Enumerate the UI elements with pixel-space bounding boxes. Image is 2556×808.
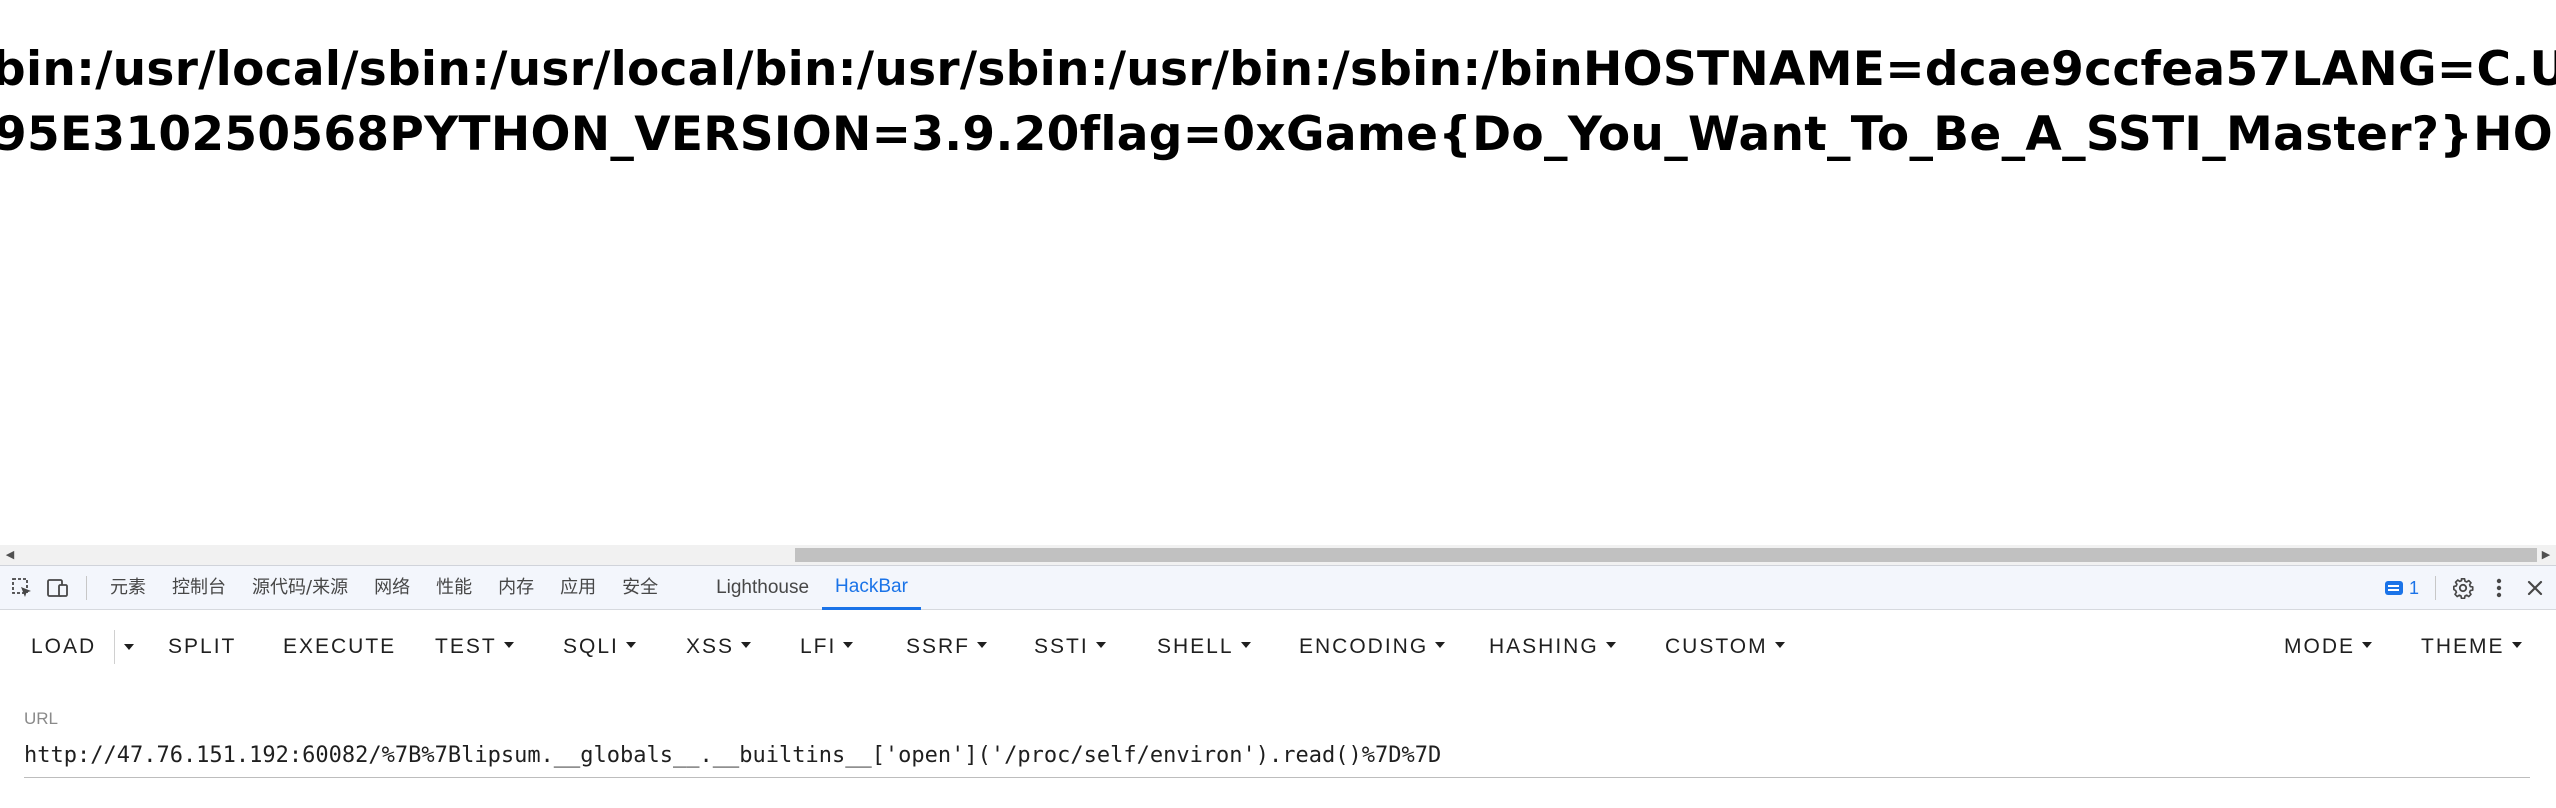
tab-lighthouse[interactable]: Lighthouse (703, 566, 822, 610)
tab-console[interactable]: 控制台 (159, 566, 239, 610)
chevron-down-icon (1240, 642, 1251, 649)
url-input[interactable] (24, 734, 2530, 778)
scrollbar-thumb[interactable] (795, 548, 2537, 562)
tab-application[interactable]: 应用 (547, 566, 609, 610)
issues-message-icon (2384, 581, 2403, 595)
devtools-tab-bar: 元素 控制台 源代码/来源 网络 性能 内存 应用 安全 Lighthouse … (0, 565, 2556, 610)
controls-separator (2435, 576, 2436, 600)
tab-separator (86, 575, 87, 600)
load-button[interactable]: LOAD (31, 610, 96, 684)
hackbar-toolbar: LOAD SPLIT EXECUTE TEST SQLI XSS LFI SSR… (0, 610, 2556, 684)
ssti-menu-button[interactable]: SSTI (1034, 610, 1106, 684)
device-toggle-icon[interactable] (44, 574, 72, 602)
lfi-button-label: LFI (800, 635, 837, 658)
encoding-button-label: ENCODING (1299, 635, 1429, 658)
issues-count: 1 (2408, 577, 2419, 598)
inspect-element-icon[interactable] (8, 574, 36, 602)
xss-button-label: XSS (686, 635, 735, 658)
theme-button-label: THEME (2421, 635, 2505, 658)
tab-sources[interactable]: 源代码/来源 (239, 566, 361, 610)
load-dropdown-button[interactable] (120, 610, 138, 684)
scroll-right-arrow-icon[interactable]: ▶ (2538, 545, 2554, 565)
chevron-down-icon (1774, 642, 1785, 649)
lfi-menu-button[interactable]: LFI (800, 610, 854, 684)
chevron-down-icon (843, 642, 854, 649)
issues-badge[interactable]: 1 (2384, 577, 2419, 599)
sqli-menu-button[interactable]: SQLI (563, 610, 636, 684)
custom-menu-button[interactable]: CUSTOM (1665, 610, 1785, 684)
chevron-down-icon (1095, 642, 1106, 649)
test-menu-button[interactable]: TEST (435, 610, 514, 684)
chevron-down-icon (2511, 642, 2522, 649)
mode-button-label: MODE (2284, 635, 2355, 658)
sqli-button-label: SQLI (563, 635, 619, 658)
scroll-left-arrow-icon[interactable]: ◀ (2, 545, 18, 565)
page-content: bin:/usr/local/sbin:/usr/local/bin:/usr/… (0, 0, 2556, 545)
ssrf-menu-button[interactable]: SSRF (906, 610, 988, 684)
encoding-menu-button[interactable]: ENCODING (1299, 610, 1446, 684)
hashing-button-label: HASHING (1489, 635, 1599, 658)
ssrf-button-label: SSRF (906, 635, 971, 658)
chevron-down-icon (124, 644, 134, 650)
more-vertical-icon[interactable] (2484, 573, 2514, 603)
chevron-down-icon (977, 642, 988, 649)
split-button[interactable]: SPLIT (168, 610, 236, 684)
gear-icon[interactable] (2448, 573, 2478, 603)
browser-window: bin:/usr/local/sbin:/usr/local/bin:/usr/… (0, 0, 2556, 808)
chevron-down-icon (2362, 642, 2372, 649)
devtools-right-controls: 1 (2384, 566, 2556, 610)
ssti-button-label: SSTI (1034, 635, 1089, 658)
close-icon[interactable] (2520, 573, 2550, 603)
shell-menu-button[interactable]: SHELL (1157, 610, 1251, 684)
theme-menu-button[interactable]: THEME (2421, 610, 2522, 684)
chevron-down-icon (1605, 642, 1616, 649)
environ-output-line-1: bin:/usr/local/sbin:/usr/local/bin:/usr/… (0, 42, 2556, 97)
tab-performance[interactable]: 性能 (423, 566, 485, 610)
test-button-label: TEST (435, 635, 497, 658)
tab-elements[interactable]: 元素 (97, 566, 159, 610)
tab-hackbar[interactable]: HackBar (822, 566, 921, 610)
chevron-down-icon (1435, 642, 1446, 649)
load-button-label: LOAD (31, 635, 97, 658)
tab-security[interactable]: 安全 (609, 566, 671, 610)
xss-menu-button[interactable]: XSS (686, 610, 752, 684)
url-field-label: URL (24, 709, 59, 728)
chevron-down-icon (503, 642, 514, 649)
chevron-down-icon (625, 642, 636, 649)
environ-output-line-2: 95E310250568PYTHON_VERSION=3.9.20flag=0x… (0, 107, 2556, 162)
shell-button-label: SHELL (1157, 635, 1234, 658)
horizontal-scrollbar[interactable]: ◀ ▶ (0, 545, 2556, 565)
execute-button[interactable]: EXECUTE (283, 610, 396, 684)
execute-button-label: EXECUTE (283, 635, 397, 658)
load-button-separator (114, 630, 115, 664)
chevron-down-icon (741, 642, 752, 649)
split-button-label: SPLIT (168, 635, 237, 658)
mode-menu-button[interactable]: MODE (2284, 610, 2372, 684)
tab-network[interactable]: 网络 (361, 566, 423, 610)
custom-button-label: CUSTOM (1665, 635, 1768, 658)
tab-memory[interactable]: 内存 (485, 566, 547, 610)
url-section: URL (0, 684, 2556, 808)
hashing-menu-button[interactable]: HASHING (1489, 610, 1616, 684)
